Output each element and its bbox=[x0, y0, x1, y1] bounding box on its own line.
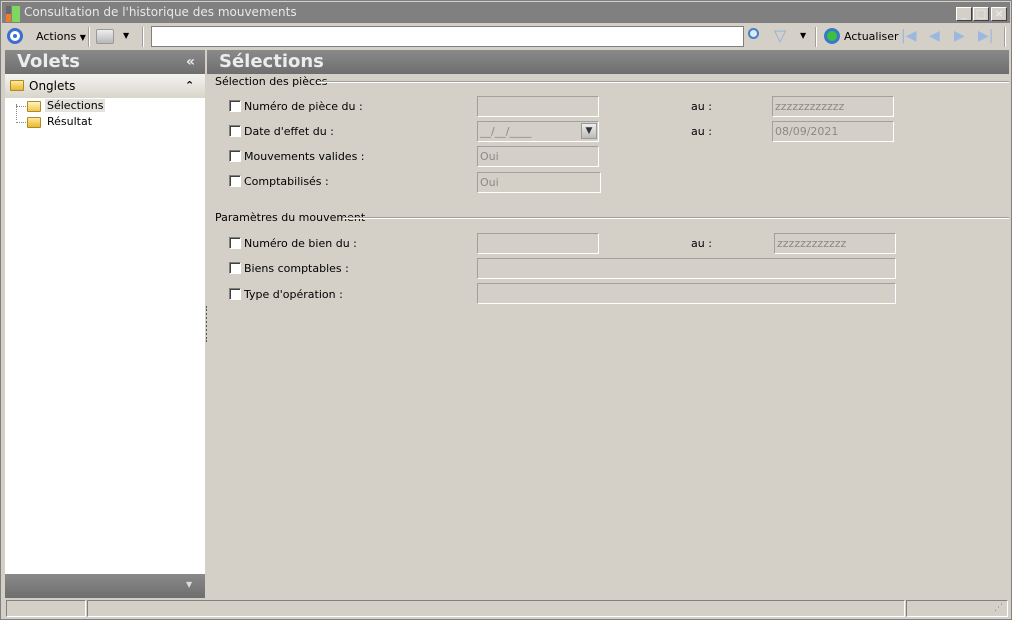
type-operation-input[interactable] bbox=[477, 283, 896, 304]
date-effet-to-input[interactable]: 08/09/2021 bbox=[772, 121, 894, 142]
group-title: Sélection des pièces bbox=[215, 75, 328, 88]
window: Consultation de l'historique des mouveme… bbox=[0, 0, 1012, 620]
chevron-down-icon: ▼ bbox=[79, 33, 86, 42]
folder-icon bbox=[10, 80, 24, 91]
maximize-button[interactable]: □ bbox=[973, 7, 989, 21]
checkbox-numero-piece[interactable] bbox=[229, 100, 241, 112]
filter-dropdown-icon[interactable]: ▼ bbox=[800, 31, 806, 40]
field-label: Mouvements valides : bbox=[244, 150, 365, 163]
close-button[interactable]: × bbox=[991, 7, 1007, 21]
minimize-button[interactable]: _ bbox=[956, 7, 972, 21]
status-panel bbox=[6, 600, 86, 617]
actions-label: Actions bbox=[36, 30, 77, 43]
tree-item-label: Sélections bbox=[45, 99, 106, 112]
filter-icon[interactable]: ▽ bbox=[774, 26, 786, 45]
pane-footer: ▼ bbox=[5, 574, 205, 598]
toolbar: Actions ▼ ▼ ▽ ▼ Actualiser |◀ ◀ ▶ ▶| bbox=[2, 24, 1010, 49]
open-folder-icon bbox=[27, 101, 41, 112]
next-record-icon[interactable]: ▶ bbox=[954, 28, 965, 44]
field-label: Date d'effet du : bbox=[244, 125, 334, 138]
pane-header: Volets « bbox=[5, 50, 205, 74]
field-label: Numéro de pièce du : bbox=[244, 100, 363, 113]
date-mask: __/__/____ bbox=[480, 125, 532, 138]
main-title: Sélections bbox=[219, 51, 324, 72]
checkbox-biens-comptables[interactable] bbox=[229, 262, 241, 274]
refresh-button[interactable]: Actualiser bbox=[844, 30, 899, 43]
checkbox-mouvements-valides[interactable] bbox=[229, 150, 241, 162]
print-icon[interactable] bbox=[96, 29, 114, 44]
previous-record-icon[interactable]: ◀ bbox=[929, 28, 940, 44]
checkbox-type-operation[interactable] bbox=[229, 288, 241, 300]
print-dropdown-icon[interactable]: ▼ bbox=[123, 31, 129, 40]
last-record-icon[interactable]: ▶| bbox=[978, 28, 993, 44]
collapse-section-icon[interactable]: ⌃ bbox=[185, 74, 194, 98]
first-record-icon[interactable]: |◀ bbox=[901, 28, 916, 44]
main-header: Sélections bbox=[207, 50, 1009, 74]
comptabilises-input[interactable]: Oui bbox=[477, 172, 601, 193]
actions-menu-button[interactable]: Actions ▼ bbox=[36, 30, 86, 43]
status-bar: ⋰ bbox=[2, 599, 1010, 619]
app-icon bbox=[6, 6, 20, 22]
title-bar: Consultation de l'historique des mouveme… bbox=[2, 2, 1010, 23]
field-label: Comptabilisés : bbox=[244, 175, 329, 188]
status-panel bbox=[87, 600, 905, 617]
biens-comptables-input[interactable] bbox=[477, 258, 896, 279]
field-label: au : bbox=[691, 237, 712, 250]
checkbox-comptabilises[interactable] bbox=[229, 175, 241, 187]
window-title: Consultation de l'historique des mouveme… bbox=[24, 5, 297, 19]
refresh-icon[interactable] bbox=[824, 28, 840, 44]
mouvements-valides-input[interactable]: Oui bbox=[477, 146, 599, 167]
checkbox-numero-bien[interactable] bbox=[229, 237, 241, 249]
home-icon[interactable] bbox=[7, 28, 23, 44]
field-label: au : bbox=[691, 100, 712, 113]
calendar-dropdown-icon[interactable]: ▼ bbox=[581, 123, 597, 139]
field-label: Numéro de bien du : bbox=[244, 237, 357, 250]
main-panel: Sélections Sélection des pièces Numéro d… bbox=[207, 50, 1009, 598]
pane-title: Volets bbox=[17, 51, 81, 72]
numero-piece-to-input[interactable]: zzzzzzzzzzzz bbox=[772, 96, 894, 117]
numero-bien-from-input[interactable] bbox=[477, 233, 599, 254]
numero-bien-to-input[interactable]: zzzzzzzzzzzz bbox=[774, 233, 896, 254]
field-label: Biens comptables : bbox=[244, 262, 349, 275]
numero-piece-from-input[interactable] bbox=[477, 96, 599, 117]
folder-icon bbox=[27, 117, 41, 128]
onglets-section[interactable]: Onglets ⌃ bbox=[5, 74, 205, 98]
field-label: au : bbox=[691, 125, 712, 138]
chevron-down-icon[interactable]: ▼ bbox=[186, 580, 192, 589]
tree-item-label: Résultat bbox=[47, 115, 93, 128]
date-effet-from-input[interactable]: __/__/____ ▼ bbox=[477, 121, 599, 142]
search-input[interactable] bbox=[151, 26, 744, 47]
checkbox-date-effet[interactable] bbox=[229, 125, 241, 137]
collapse-pane-icon[interactable]: « bbox=[186, 50, 195, 74]
field-label: Type d'opération : bbox=[244, 288, 343, 301]
section-label: Onglets bbox=[29, 79, 76, 93]
left-pane: Volets « Onglets ⌃ Sélections Résultat ▼ bbox=[5, 50, 205, 598]
resize-grip-icon[interactable]: ⋰ bbox=[994, 603, 1003, 613]
status-panel bbox=[906, 600, 1008, 617]
search-icon[interactable] bbox=[748, 28, 759, 39]
